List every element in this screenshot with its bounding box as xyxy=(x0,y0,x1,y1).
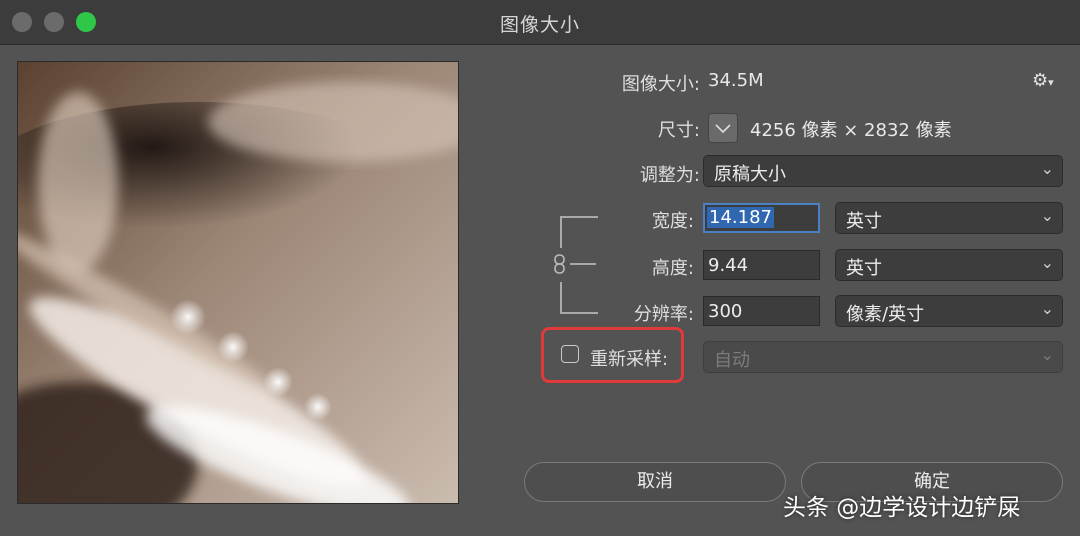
height-unit-select[interactable]: 英寸 ⌄ xyxy=(835,249,1063,281)
resolution-unit-select[interactable]: 像素/英寸 ⌄ xyxy=(835,295,1063,327)
fit-to-label: 调整为: xyxy=(639,165,700,186)
width-unit: 英寸 xyxy=(846,211,882,232)
height-value: 9.44 xyxy=(708,255,749,276)
height-unit: 英寸 xyxy=(846,258,882,279)
fit-to-value: 原稿大小 xyxy=(714,164,786,185)
image-size-value: 34.5M xyxy=(708,70,764,91)
width-input[interactable]: 14.187 xyxy=(703,203,820,233)
resample-checkbox[interactable] xyxy=(561,345,579,363)
preview-image xyxy=(18,62,458,503)
chevron-down-icon: ⌄ xyxy=(1040,253,1054,272)
resample-method: 自动 xyxy=(714,350,750,371)
image-preview[interactable] xyxy=(17,61,459,504)
width-label: 宽度: xyxy=(651,211,694,232)
cancel-button[interactable]: 取消 xyxy=(524,462,786,502)
watermark-text: 头条 @边学设计边铲屎 xyxy=(783,495,1021,521)
window-title: 图像大小 xyxy=(499,14,580,36)
resolution-label: 分辨率: xyxy=(633,304,694,325)
chevron-down-icon xyxy=(715,124,731,134)
resample-method-select: 自动 ⌄ xyxy=(703,341,1063,373)
height-input[interactable]: 9.44 xyxy=(703,250,820,280)
dimensions-unit-dropdown[interactable] xyxy=(708,113,738,143)
image-size-label: 图像大小: xyxy=(621,74,700,95)
fit-to-select[interactable]: 原稿大小 ⌄ xyxy=(703,155,1063,187)
resolution-input[interactable]: 300 xyxy=(703,296,820,326)
chevron-down-icon: ⌄ xyxy=(1040,159,1054,178)
chevron-down-icon: ⌄ xyxy=(1040,206,1054,225)
chevron-down-icon: ⌄ xyxy=(1040,345,1054,364)
title-bar: 图像大小 xyxy=(0,0,1080,45)
width-value: 14.187 xyxy=(707,207,774,228)
chevron-down-icon: ⌄ xyxy=(1040,299,1054,318)
resolution-value: 300 xyxy=(708,301,743,322)
resolution-unit: 像素/英寸 xyxy=(846,304,925,325)
width-unit-select[interactable]: 英寸 ⌄ xyxy=(835,202,1063,234)
height-label: 高度: xyxy=(651,258,694,279)
dimensions-label: 尺寸: xyxy=(657,120,700,141)
resample-label: 重新采样: xyxy=(590,349,669,370)
dimensions-value: 4256 像素 × 2832 像素 xyxy=(750,120,952,141)
gear-icon[interactable]: ⚙▾ xyxy=(1032,70,1054,91)
